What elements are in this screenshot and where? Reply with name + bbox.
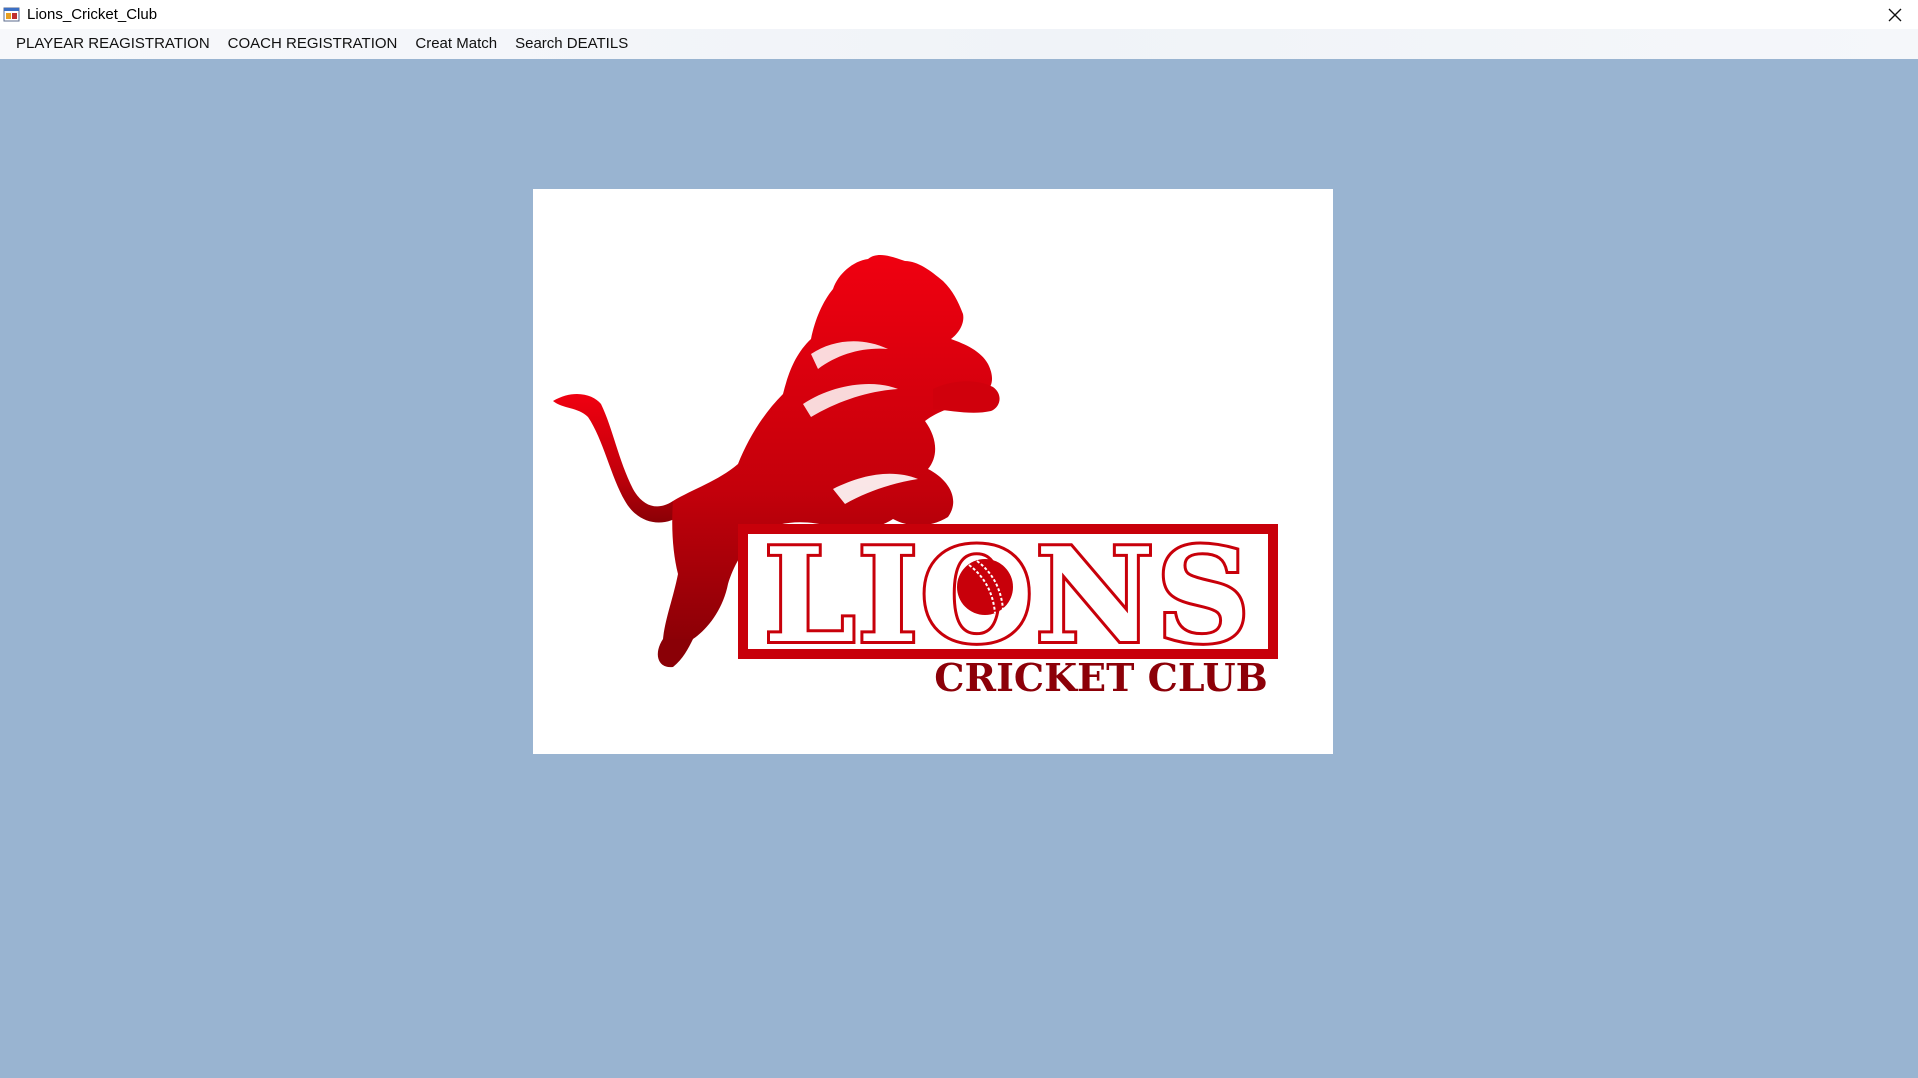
club-logo-picture: LIONS CRICKET CLUB <box>533 189 1333 754</box>
close-icon <box>1888 8 1902 21</box>
main-window: Lions_Cricket_Club PLAYEAR REAGISTRATION… <box>0 0 1918 1078</box>
logo-sub-text: CRICKET CLUB <box>934 655 1267 700</box>
title-bar: Lions_Cricket_Club <box>0 0 1918 29</box>
lions-logo-image: LIONS CRICKET CLUB <box>553 255 1278 700</box>
window-title: Lions_Cricket_Club <box>27 6 158 23</box>
close-button[interactable] <box>1872 0 1918 29</box>
menu-item-player-registration[interactable]: PLAYEAR REAGISTRATION <box>7 29 219 59</box>
menu-item-create-match[interactable]: Creat Match <box>406 29 506 59</box>
menu-item-coach-registration[interactable]: COACH REGISTRATION <box>219 29 407 59</box>
lion-front-paw <box>933 381 1000 413</box>
menu-strip: PLAYEAR REAGISTRATION COACH REGISTRATION… <box>0 29 1918 59</box>
app-form-icon <box>3 6 20 23</box>
lion-hind-leg <box>657 639 693 668</box>
menu-item-search-details[interactable]: Search DEATILS <box>506 29 637 59</box>
cricket-ball-icon <box>957 559 1013 615</box>
lion-tail-shape <box>553 393 683 523</box>
